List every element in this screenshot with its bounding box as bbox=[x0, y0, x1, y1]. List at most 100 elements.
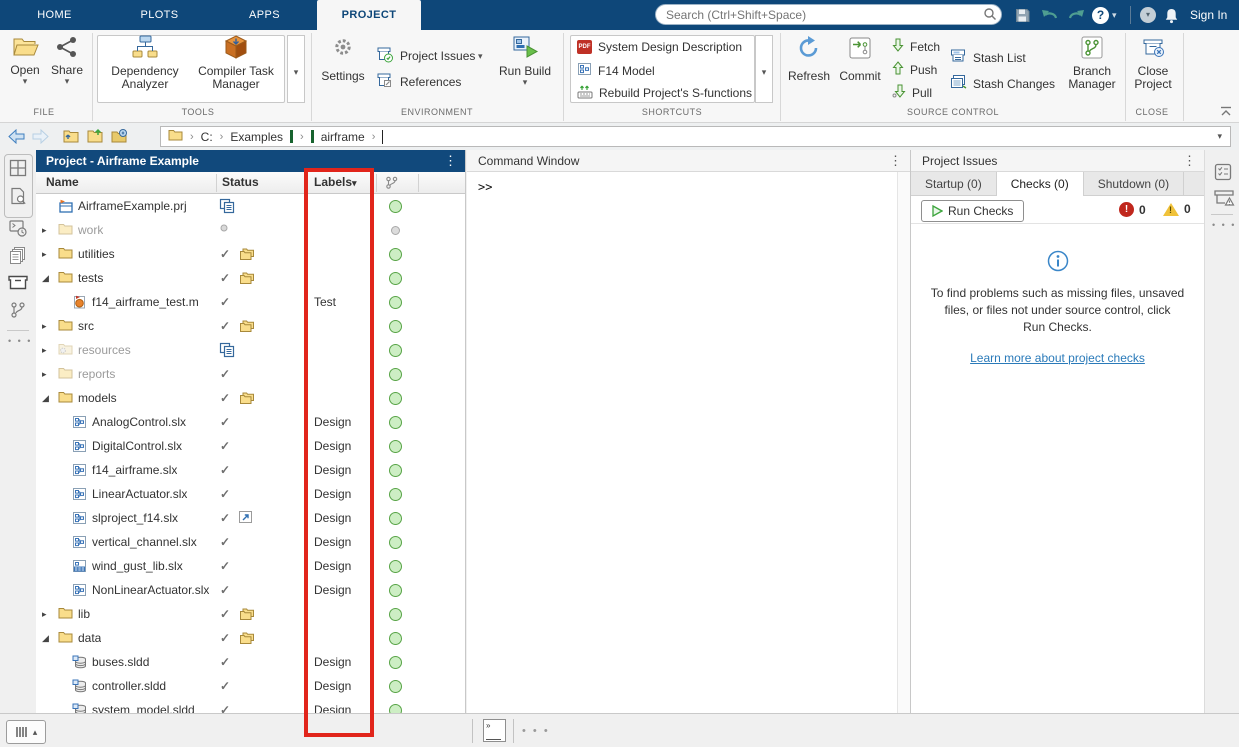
dependency-analyzer-button[interactable]: Dependency Analyzer bbox=[101, 35, 189, 91]
collapse-ribbon-icon[interactable] bbox=[1220, 106, 1232, 120]
folder-cloud-icon[interactable] bbox=[110, 128, 129, 147]
learn-more-link[interactable]: Learn more about project checks bbox=[911, 350, 1204, 367]
column-divider[interactable] bbox=[306, 174, 307, 192]
help-icon[interactable]: ?▾ bbox=[1092, 6, 1117, 24]
run-checks-button[interactable]: Run Checks bbox=[921, 200, 1024, 222]
project-issues-button[interactable]: Project Issues bbox=[376, 46, 475, 66]
collapse-arrow-icon[interactable]: ◢ bbox=[42, 266, 54, 290]
labels-sort-dropdown-icon[interactable]: ▾ bbox=[352, 173, 357, 194]
save-icon[interactable] bbox=[1014, 6, 1031, 24]
more-panels-icon[interactable]: • • • bbox=[8, 336, 32, 346]
details-panel-button[interactable]: ▴ bbox=[6, 720, 46, 744]
tree-row-buses.sldd[interactable]: buses.sldd✓Design bbox=[36, 650, 452, 674]
column-header-status[interactable]: Status bbox=[222, 172, 259, 193]
shortcut-system-design-description[interactable]: PDF System Design Description bbox=[577, 40, 742, 54]
project-issues-dropdown[interactable]: ▾ bbox=[478, 52, 483, 61]
tree-row-models[interactable]: ◢models✓ bbox=[36, 386, 452, 410]
stash-list-button[interactable]: Stash List bbox=[950, 48, 1026, 67]
tree-row-DigitalControl.slx[interactable]: DigitalControl.slx✓Design bbox=[36, 434, 452, 458]
shortcut-rebuild-sfunctions[interactable]: Rebuild Project's S-functions bbox=[577, 84, 752, 102]
share-button[interactable]: Share▾ bbox=[46, 35, 88, 86]
tab-plots[interactable]: PLOTS bbox=[107, 0, 212, 30]
shortcut-f14-model[interactable]: F14 Model bbox=[577, 62, 655, 79]
breadcrumb-dropdown[interactable]: ▾ bbox=[1217, 132, 1222, 141]
expand-arrow-icon[interactable]: ▸ bbox=[42, 362, 54, 386]
more-minimized-panels-icon[interactable]: • • • bbox=[522, 725, 550, 737]
expand-arrow-icon[interactable]: ▸ bbox=[42, 338, 54, 362]
folder-new-icon[interactable] bbox=[86, 128, 104, 147]
collapse-arrow-icon[interactable]: ◢ bbox=[42, 626, 54, 650]
document-search-icon[interactable] bbox=[8, 186, 28, 209]
tree-row-lib[interactable]: ▸lib✓ bbox=[36, 602, 452, 626]
issues-board-icon[interactable] bbox=[1213, 188, 1235, 211]
tree-row-AnalogControl.slx[interactable]: AnalogControl.slx✓Design bbox=[36, 410, 452, 434]
panel-menu-icon[interactable]: ⋮ bbox=[444, 150, 457, 172]
undo-icon[interactable] bbox=[1040, 6, 1060, 24]
crumb-airframe[interactable]: airframe bbox=[321, 130, 365, 144]
pull-button[interactable]: Pull bbox=[892, 84, 932, 101]
shortcuts-gallery-dropdown[interactable]: ▾ bbox=[755, 35, 773, 103]
expand-arrow-icon[interactable]: ▸ bbox=[42, 242, 54, 266]
redo-icon[interactable] bbox=[1066, 6, 1086, 24]
crumb-drive[interactable]: C: bbox=[201, 130, 213, 144]
expand-arrow-icon[interactable]: ▸ bbox=[42, 218, 54, 242]
panel-menu-icon[interactable]: ⋮ bbox=[889, 150, 902, 172]
tree-row-wind_gust_lib.slx[interactable]: wind_gust_lib.slx✓Design bbox=[36, 554, 452, 578]
back-icon[interactable] bbox=[8, 129, 25, 147]
column-divider[interactable] bbox=[376, 174, 377, 192]
forward-icon[interactable] bbox=[32, 129, 49, 147]
stash-changes-button[interactable]: Stash Changes bbox=[950, 74, 1055, 93]
tab-project[interactable]: PROJECT bbox=[317, 0, 421, 30]
workspace-stack-icon[interactable] bbox=[8, 246, 28, 269]
column-divider[interactable] bbox=[216, 174, 217, 192]
expand-arrow-icon[interactable]: ▸ bbox=[42, 602, 54, 626]
refresh-button[interactable]: Refresh bbox=[786, 35, 832, 83]
project-panel-icon[interactable] bbox=[7, 272, 29, 294]
close-project-button[interactable]: Close Project bbox=[1128, 35, 1178, 91]
tree-row-NonLinearActuator.slx[interactable]: NonLinearActuator.slx✓Design bbox=[36, 578, 452, 602]
tab-home[interactable]: HOME bbox=[2, 0, 107, 30]
tab-apps[interactable]: APPS bbox=[212, 0, 317, 30]
open-button[interactable]: Open▾ bbox=[4, 35, 46, 86]
search-input[interactable] bbox=[655, 4, 1002, 25]
column-header-labels[interactable]: Labels bbox=[314, 172, 352, 193]
tree-row-reports[interactable]: ▸reports✓ bbox=[36, 362, 452, 386]
tab-checks[interactable]: Checks (0) bbox=[997, 172, 1084, 197]
tree-row-LinearActuator.slx[interactable]: LinearActuator.slx✓Design bbox=[36, 482, 452, 506]
tree-row-system_model.sldd[interactable]: system_model.sldd✓Design bbox=[36, 698, 452, 713]
branch-manager-button[interactable]: Branch Manager bbox=[1064, 35, 1120, 91]
sign-in-link[interactable]: Sign In bbox=[1190, 0, 1227, 30]
panel-menu-icon[interactable]: ⋮ bbox=[1183, 150, 1196, 172]
push-button[interactable]: Push bbox=[892, 61, 937, 78]
tree-row-vertical_channel.slx[interactable]: vertical_channel.slx✓Design bbox=[36, 530, 452, 554]
run-build-button[interactable]: Run Build▾ bbox=[496, 35, 554, 87]
command-history-icon[interactable] bbox=[8, 218, 28, 241]
account-menu-icon[interactable]: ▾ bbox=[1140, 6, 1156, 24]
column-header-name[interactable]: Name bbox=[46, 172, 79, 193]
tree-row-work[interactable]: ▸work bbox=[36, 218, 452, 242]
breadcrumb[interactable]: › C: › Examples › airframe › ▾ bbox=[160, 126, 1231, 147]
tab-startup[interactable]: Startup (0) bbox=[911, 172, 997, 196]
compiler-task-manager-button[interactable]: Compiler Task Manager bbox=[192, 35, 280, 91]
minimized-command-window-icon[interactable]: » bbox=[483, 719, 506, 742]
tree-row-utilities[interactable]: ▸utilities✓ bbox=[36, 242, 452, 266]
tree-row-f14_airframe.slx[interactable]: f14_airframe.slx✓Design bbox=[36, 458, 452, 482]
tree-row-f14_airframe_test.m[interactable]: f14_airframe_test.m✓Test bbox=[36, 290, 452, 314]
search-icon[interactable] bbox=[983, 7, 997, 24]
fetch-button[interactable]: Fetch bbox=[892, 38, 940, 55]
checks-list-icon[interactable] bbox=[1213, 162, 1233, 185]
tools-gallery-dropdown[interactable]: ▾ bbox=[287, 35, 305, 103]
source-control-branch-icon[interactable] bbox=[8, 300, 28, 323]
tree-row-AirframeExample.prj[interactable]: AirframeExample.prj bbox=[36, 194, 452, 218]
tree-row-slproject_f14.slx[interactable]: slproject_f14.slx✓Design bbox=[36, 506, 452, 530]
tree-row-data[interactable]: ◢data✓ bbox=[36, 626, 452, 650]
tree-row-src[interactable]: ▸src✓ bbox=[36, 314, 452, 338]
more-panels-icon[interactable]: • • • bbox=[1212, 220, 1236, 230]
tree-row-controller.sldd[interactable]: controller.sldd✓Design bbox=[36, 674, 452, 698]
commit-button[interactable]: Commit bbox=[836, 35, 884, 83]
folder-up-icon[interactable] bbox=[62, 128, 80, 147]
collapse-arrow-icon[interactable]: ◢ bbox=[42, 386, 54, 410]
command-prompt[interactable]: >> bbox=[478, 180, 492, 194]
notifications-bell-icon[interactable] bbox=[1164, 6, 1179, 24]
tree-row-tests[interactable]: ◢tests✓ bbox=[36, 266, 452, 290]
